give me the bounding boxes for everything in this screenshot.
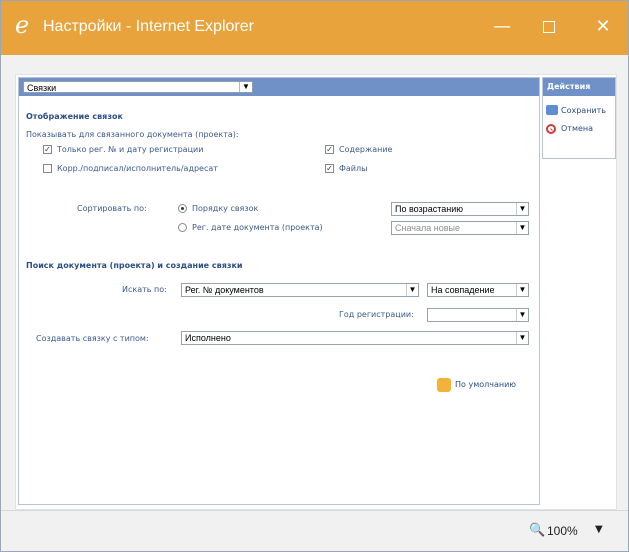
sort-label: Сортировать по: [77, 204, 147, 213]
checkbox-reg-number-label: Только рег. № и дату регистрации [57, 145, 204, 154]
chevron-down-icon[interactable]: ▼ [516, 332, 528, 344]
sort-order-select[interactable]: По возрастанию ▼ [391, 202, 529, 216]
checkbox-correspondent[interactable] [43, 164, 52, 173]
links-display-subtitle: Показывать для связанного документа (про… [26, 130, 239, 139]
radio-sort-links[interactable] [178, 204, 187, 213]
registration-year-select[interactable]: ▼ [427, 308, 529, 322]
cancel-button[interactable]: Отмена [561, 124, 593, 133]
settings-header: Связки ▼ [19, 78, 539, 96]
settings-panel: Связки ▼ Отображение связок Показывать д… [18, 77, 540, 505]
close-button[interactable]: ✕ [586, 12, 620, 42]
actions-panel: Действия Сохранить Отмена [542, 77, 616, 159]
search-by-value: Рег. № документов [185, 285, 264, 295]
status-bar: 🔍 100% ▼ [1, 510, 628, 551]
checkbox-correspondent-label: Корр./подписал/исполнитель/адресат [57, 164, 218, 173]
chevron-down-icon: ▼ [516, 222, 528, 234]
internet-explorer-icon: e [15, 11, 30, 39]
create-link-select[interactable]: Исполнено ▼ [181, 331, 529, 345]
chevron-down-icon[interactable]: ▼ [406, 284, 418, 296]
sort-order-value: По возрастанию [395, 204, 463, 214]
minimize-button[interactable]: — [485, 12, 519, 42]
date-order-select: Сначала новые ▼ [391, 221, 529, 235]
default-link[interactable]: По умолчанию [455, 380, 516, 389]
registration-year-label: Год регистрации: [339, 310, 414, 319]
settings-section-value: Связки [27, 83, 57, 93]
zoom-icon: 🔍 [529, 523, 546, 538]
checkbox-reg-number[interactable]: ✓ [43, 145, 52, 154]
search-by-select[interactable]: Рег. № документов ▼ [181, 283, 419, 297]
chevron-down-icon[interactable]: ▼ [516, 284, 528, 296]
checkbox-files[interactable]: ✓ [325, 164, 334, 173]
radio-sort-links-label: Порядку связок [192, 204, 259, 213]
maximize-button[interactable] [532, 12, 566, 42]
date-order-value: Сначала новые [395, 223, 460, 233]
radio-sort-date[interactable] [178, 223, 187, 232]
zoom-level[interactable]: 100% [547, 524, 578, 538]
zoom-menu-icon[interactable]: ▼ [595, 524, 603, 535]
match-select[interactable]: На совпадение ▼ [427, 283, 529, 297]
create-link-value: Исполнено [185, 333, 231, 343]
radio-sort-date-label: Рег. дате документа (проекта) [192, 223, 323, 232]
chevron-down-icon[interactable]: ▼ [239, 82, 252, 92]
search-by-label: Искать по: [122, 285, 167, 294]
checkbox-files-label: Файлы [339, 164, 368, 173]
search-section-title: Поиск документа (проекта) и создание свя… [26, 261, 243, 270]
checkbox-content-label: Содержание [339, 145, 393, 154]
links-display-title: Отображение связок [26, 112, 123, 121]
chevron-down-icon[interactable]: ▼ [516, 309, 528, 321]
maximize-icon [543, 21, 555, 33]
title-bar: e Настройки - Internet Explorer — ✕ [1, 1, 628, 55]
create-link-label: Создавать связку с типом: [36, 334, 149, 343]
window-title: Настройки - Internet Explorer [43, 18, 254, 35]
checkbox-content[interactable]: ✓ [325, 145, 334, 154]
actions-title: Действия [543, 78, 615, 96]
match-value: На совпадение [431, 285, 495, 295]
settings-section-select[interactable]: Связки ▼ [23, 81, 253, 93]
default-icon [437, 378, 451, 392]
save-button[interactable]: Сохранить [561, 106, 606, 115]
chevron-down-icon[interactable]: ▼ [516, 203, 528, 215]
cancel-icon [546, 124, 556, 134]
save-icon [546, 105, 558, 115]
settings-content: Связки ▼ Отображение связок Показывать д… [15, 74, 617, 510]
